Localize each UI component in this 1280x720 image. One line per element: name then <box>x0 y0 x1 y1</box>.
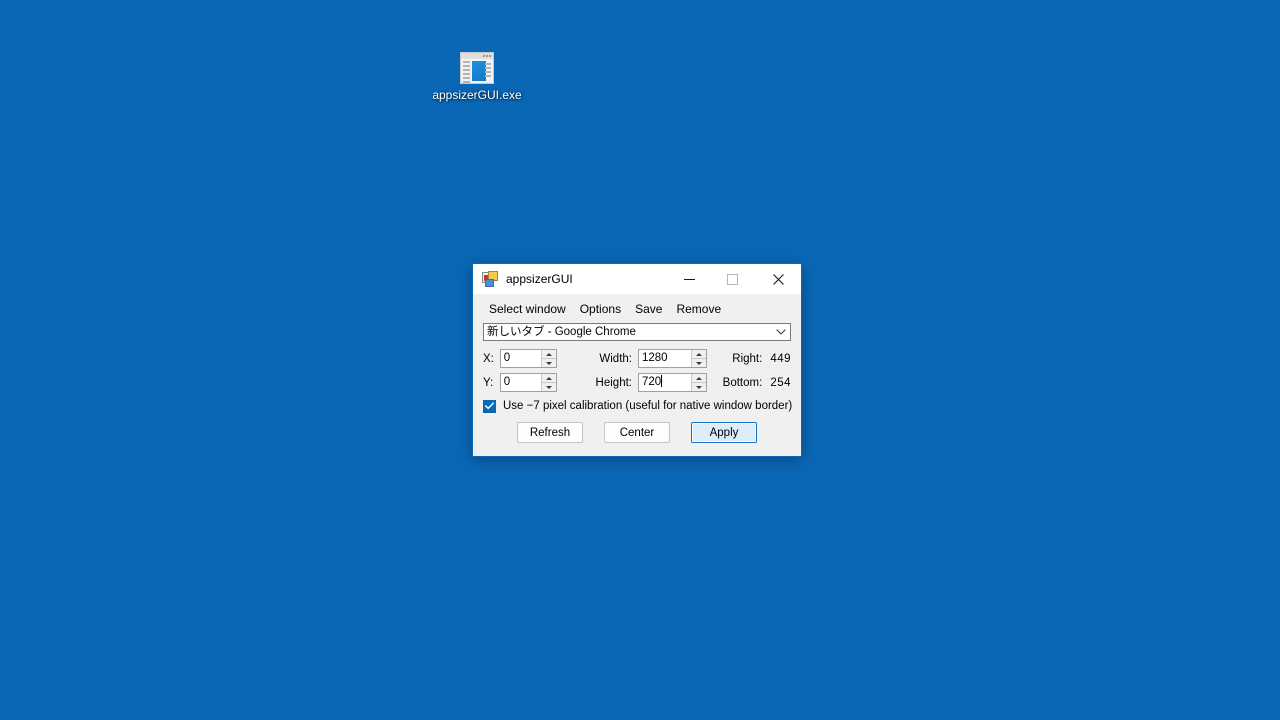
center-button[interactable]: Center <box>604 422 670 443</box>
close-icon <box>772 273 784 285</box>
height-spin-up[interactable] <box>692 374 707 383</box>
y-spin-up[interactable] <box>542 374 557 383</box>
icon-left-bars <box>463 61 470 83</box>
y-spin-down[interactable] <box>542 383 556 391</box>
row-x-width-right: X: 0 Width: 1280 Right: 449 <box>483 349 791 368</box>
menu-item-remove[interactable]: Remove <box>669 300 728 318</box>
window-title: appsizerGUI <box>506 272 573 286</box>
window-selector-combobox[interactable]: 新しいタブ - Google Chrome <box>483 323 791 341</box>
label-width: Width: <box>599 352 632 365</box>
appsizer-app-icon <box>482 271 498 287</box>
y-input[interactable]: 0 <box>501 374 541 391</box>
menu-item-save[interactable]: Save <box>628 300 669 318</box>
label-y: Y: <box>483 376 494 389</box>
x-input[interactable]: 0 <box>501 350 541 367</box>
calibration-label: Use −7 pixel calibration (useful for nat… <box>503 400 793 412</box>
desktop-icon-appsizergui[interactable]: appsizerGUI.exe <box>422 52 532 116</box>
chevron-down-icon[interactable] <box>776 324 786 340</box>
label-bottom: Bottom: <box>722 376 763 389</box>
caret-up-icon <box>546 376 553 380</box>
desktop-background[interactable]: appsizerGUI.exe appsizerGUI Select windo… <box>0 0 1280 720</box>
width-input[interactable]: 1280 <box>639 350 691 367</box>
menu-item-select-window[interactable]: Select window <box>482 300 573 318</box>
height-spin-buttons[interactable] <box>691 374 707 391</box>
height-input-text: 720 <box>641 376 662 388</box>
x-spin-buttons[interactable] <box>541 350 557 367</box>
window-selector-value: 新しいタブ - Google Chrome <box>487 326 636 338</box>
minimize-button[interactable] <box>668 264 710 294</box>
icon-right-bars <box>485 63 491 77</box>
icon-titlebar <box>461 53 493 59</box>
calibration-checkbox[interactable] <box>483 399 496 413</box>
bottom-value: 254 <box>770 376 791 389</box>
x-spin-up[interactable] <box>542 350 557 359</box>
appsizergui-window[interactable]: appsizerGUI Select window Options Save R… <box>472 263 802 457</box>
caret-up-icon <box>696 352 703 356</box>
refresh-button[interactable]: Refresh <box>517 422 583 443</box>
y-spin-buttons[interactable] <box>541 374 557 391</box>
caption-buttons <box>668 264 801 294</box>
maximize-button[interactable] <box>710 264 755 294</box>
caret-down-icon <box>696 361 703 365</box>
right-value: 449 <box>770 352 791 365</box>
menu-item-options[interactable]: Options <box>573 300 628 318</box>
icon-content-area <box>472 61 486 81</box>
caret-up-icon <box>696 376 703 380</box>
text-cursor <box>661 375 663 387</box>
maximize-icon <box>727 273 738 285</box>
close-button[interactable] <box>755 264 801 294</box>
x-spin-down[interactable] <box>542 359 556 367</box>
height-input[interactable]: 720 <box>639 374 691 391</box>
width-spin-up[interactable] <box>692 350 707 359</box>
window-selector-row: 新しいタブ - Google Chrome <box>483 323 791 341</box>
height-spinner[interactable]: 720 <box>637 373 708 392</box>
caret-down-icon <box>546 385 553 389</box>
title-bar[interactable]: appsizerGUI <box>473 264 801 294</box>
height-spin-down[interactable] <box>692 383 706 391</box>
window-app-icon <box>460 52 494 84</box>
icon-dots <box>479 55 491 58</box>
fields-area: X: 0 Width: 1280 Right: 449 Y: 0 Height:… <box>483 349 791 392</box>
caret-up-icon <box>546 352 553 356</box>
x-spinner[interactable]: 0 <box>499 349 558 368</box>
width-spin-buttons[interactable] <box>691 350 707 367</box>
y-spinner[interactable]: 0 <box>499 373 558 392</box>
menu-bar: Select window Options Save Remove <box>473 299 801 319</box>
action-buttons: Refresh Center Apply <box>473 422 801 443</box>
caret-down-icon <box>696 385 703 389</box>
checkmark-icon <box>485 402 494 410</box>
minimize-icon <box>683 278 695 280</box>
caret-down-icon <box>546 361 553 365</box>
apply-button[interactable]: Apply <box>691 422 757 443</box>
desktop-icon-label: appsizerGUI.exe <box>432 88 522 102</box>
width-spinner[interactable]: 1280 <box>637 349 708 368</box>
label-x: X: <box>483 352 494 365</box>
calibration-checkbox-row[interactable]: Use −7 pixel calibration (useful for nat… <box>483 399 793 413</box>
label-height: Height: <box>595 376 632 389</box>
row-y-height-bottom: Y: 0 Height: 720 Bottom: 254 <box>483 373 791 392</box>
width-spin-down[interactable] <box>692 359 706 367</box>
label-right: Right: <box>732 352 763 365</box>
